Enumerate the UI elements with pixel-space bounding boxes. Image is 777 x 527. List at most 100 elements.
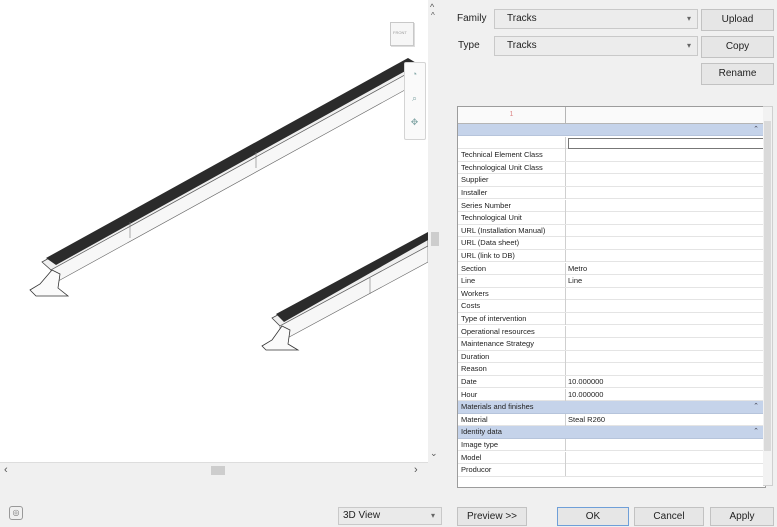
column-divider [565, 136, 566, 149]
parameter-value[interactable] [568, 174, 763, 186]
view-select[interactable]: 3D View ▾ [338, 507, 442, 525]
parameter-value[interactable] [568, 187, 763, 199]
parameter-value[interactable] [568, 326, 763, 338]
parameter-value[interactable] [568, 313, 763, 325]
grid-scrollbar[interactable] [763, 106, 773, 486]
group-header-row[interactable]: Materials and finishes ⌃ [458, 401, 765, 414]
parameter-value[interactable]: 10.000000 [568, 389, 763, 401]
parameter-value[interactable] [568, 250, 763, 262]
parameter-value[interactable] [568, 464, 763, 476]
scroll-thumb[interactable] [764, 121, 771, 451]
parameter-value[interactable] [568, 162, 763, 174]
column-divider [565, 174, 566, 187]
parameter-row[interactable]: URL (Installation Manual) [458, 224, 765, 238]
parameter-value[interactable] [568, 212, 763, 224]
parameter-value[interactable] [568, 452, 763, 464]
chevron-down-icon: ▾ [686, 41, 691, 50]
column-divider [565, 161, 566, 174]
parameter-row[interactable]: Costs [458, 300, 765, 313]
collapse-icon[interactable]: ⌃ [753, 401, 759, 413]
parameter-value[interactable] [568, 338, 763, 350]
parameter-value[interactable]: Steal R260 [568, 414, 763, 426]
group-header-row[interactable]: Identity data ⌃ [458, 426, 765, 439]
cancel-button[interactable]: Cancel [634, 507, 704, 526]
pan-icon[interactable]: ✥ [409, 117, 420, 128]
search-input[interactable] [568, 137, 764, 149]
group-header-row[interactable]: ⌃ [458, 124, 765, 137]
type-select[interactable]: Tracks ▾ [494, 36, 698, 56]
parameter-name: Technological Unit [461, 213, 522, 223]
scroll-right-icon[interactable]: › [414, 464, 418, 476]
parameter-value[interactable] [568, 288, 763, 300]
viewport-vertical-scrollbar[interactable]: ^ ⌄ [428, 0, 442, 462]
family-select[interactable]: Tracks ▾ [494, 9, 698, 29]
parameter-value[interactable]: Line [568, 275, 763, 287]
parameter-row[interactable]: Technological Unit Class [458, 161, 765, 175]
parameter-row[interactable]: Type of intervention [458, 313, 765, 326]
parameter-row[interactable]: Section Metro [458, 262, 765, 275]
parameter-name: Model [461, 452, 482, 462]
column-divider [565, 199, 566, 212]
parameter-value[interactable]: Metro [568, 263, 763, 275]
parameter-row[interactable]: Supplier [458, 174, 765, 187]
column-divider [565, 350, 566, 363]
copy-button[interactable]: Copy [701, 36, 774, 58]
parameter-row[interactable]: Image type [458, 439, 765, 452]
collapse-icon[interactable]: ⌃ [753, 124, 759, 136]
scroll-down-icon[interactable]: ⌄ [430, 448, 438, 459]
parameter-value[interactable] [568, 149, 763, 161]
parameter-row[interactable]: Model [458, 451, 765, 464]
parameter-row[interactable]: Material Steal R260 [458, 413, 765, 427]
view-cube[interactable]: FRONT [390, 22, 414, 46]
scroll-left-icon[interactable]: ‹ [4, 464, 8, 476]
parameter-row[interactable]: Technical Element Class [458, 149, 765, 162]
parameter-row[interactable]: Maintenance Strategy [458, 338, 765, 351]
family-select-value: Tracks [507, 13, 537, 24]
parameter-row[interactable]: Duration [458, 350, 765, 364]
parameter-value[interactable]: 10.000000 [568, 376, 763, 388]
parameter-row[interactable] [458, 136, 765, 149]
help-icon[interactable]: ◎ [9, 506, 23, 520]
parameter-row[interactable]: Reason [458, 363, 765, 376]
parameter-row[interactable]: Date 10.000000 [458, 376, 765, 389]
parameter-row[interactable]: Operational resources [458, 325, 765, 338]
ok-button[interactable]: OK [557, 507, 629, 526]
parameter-row[interactable]: Producor [458, 464, 765, 477]
parameter-row[interactable]: Installer [458, 187, 765, 200]
parameter-row[interactable]: Series Number [458, 199, 765, 212]
group-header-label [461, 124, 565, 136]
3d-viewport[interactable]: FRONT ◔ ⌕ ✥ [0, 0, 429, 462]
parameter-row[interactable]: Hour 10.000000 [458, 388, 765, 401]
parameter-row[interactable]: URL (Data sheet) [458, 237, 765, 250]
rotate-icon[interactable]: ◔ [409, 69, 420, 80]
rail-2 [261, 232, 428, 351]
column-divider [565, 413, 566, 426]
column-divider [565, 275, 566, 288]
zoom-icon[interactable]: ⌕ [409, 93, 420, 104]
rename-button[interactable]: Rename [701, 63, 774, 85]
collapse-icon[interactable]: ⌃ [753, 426, 759, 438]
parameter-row[interactable]: Workers [458, 287, 765, 301]
preview-button[interactable]: Preview >> [457, 507, 527, 526]
parameter-row[interactable]: Technological Unit [458, 212, 765, 225]
collapse-up-icon[interactable]: ^ [431, 11, 435, 20]
scroll-thumb[interactable] [431, 232, 439, 246]
parameter-value[interactable] [568, 225, 763, 237]
parameter-name: Producor [461, 465, 492, 475]
type-parameters-grid[interactable]: 1 ⌃ Technical Element Class Technological … [457, 106, 766, 488]
view-select-value: 3D View [343, 510, 381, 521]
parameter-row[interactable]: Line Line [458, 275, 765, 288]
upload-button[interactable]: Upload [701, 9, 774, 31]
parameter-value[interactable] [568, 237, 763, 249]
parameter-value[interactable] [568, 363, 763, 375]
parameter-name: Line [461, 276, 476, 286]
parameter-value[interactable] [568, 439, 763, 451]
scroll-thumb[interactable] [211, 466, 225, 475]
viewport-horizontal-scrollbar[interactable]: ‹ › [0, 462, 428, 479]
column-divider [565, 250, 566, 262]
parameter-row[interactable]: URL (link to DB) [458, 250, 765, 263]
parameter-value[interactable] [568, 300, 763, 312]
parameter-value[interactable] [568, 200, 763, 212]
apply-button[interactable]: Apply [710, 507, 774, 526]
parameter-value[interactable] [568, 351, 763, 363]
